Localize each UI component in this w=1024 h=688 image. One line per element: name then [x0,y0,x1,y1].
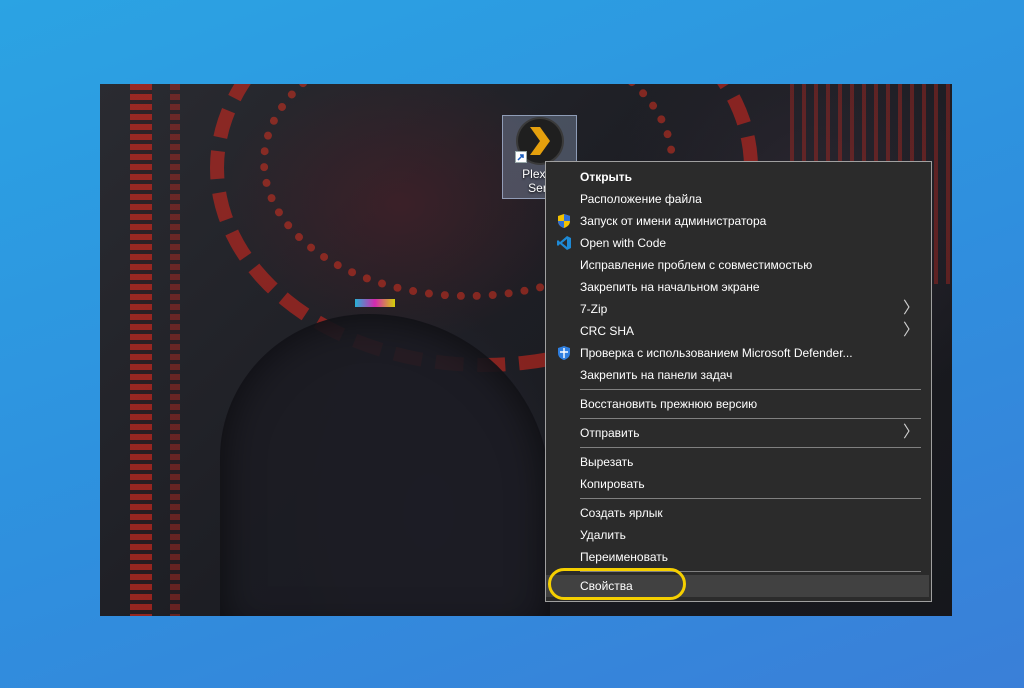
menu-item-label: Запуск от имени администратора [580,214,767,228]
menu-item-label: Закрепить на начальном экране [580,280,760,294]
menu-item-label: Проверка с использованием Microsoft Defe… [580,346,853,360]
menu-item-run-as-admin[interactable]: Запуск от имени администратора [546,210,931,232]
menu-item-label: Отправить [580,426,640,440]
menu-item-label: Переименовать [580,550,668,564]
menu-item-label: CRC SHA [580,324,635,338]
menu-item-cut[interactable]: Вырезать [546,451,931,473]
menu-item-troubleshoot-compat[interactable]: Исправление проблем с совместимостью [546,254,931,276]
menu-item-properties[interactable]: Свойства [546,575,929,597]
menu-separator [580,389,921,390]
menu-item-label: Open with Code [580,236,667,250]
defender-icon [556,345,572,361]
menu-separator [580,418,921,419]
menu-item-send-to[interactable]: Отправить 〉 [546,422,931,444]
menu-item-rename[interactable]: Переименовать [546,546,931,568]
menu-item-restore-previous[interactable]: Восстановить прежнюю версию [546,393,931,415]
menu-item-label: Закрепить на панели задач [580,368,733,382]
uac-shield-icon [556,213,572,229]
menu-item-create-shortcut[interactable]: Создать ярлык [546,502,931,524]
menu-item-label: Копировать [580,477,645,491]
menu-item-label: Вырезать [580,455,634,469]
menu-item-defender-scan[interactable]: Проверка с использованием Microsoft Defe… [546,342,931,364]
chevron-right-icon: 〉 [902,300,919,317]
menu-item-pin-to-start[interactable]: Закрепить на начальном экране [546,276,931,298]
menu-separator [580,447,921,448]
vscode-icon [556,235,572,251]
menu-item-label: 7-Zip [580,302,608,316]
menu-item-copy[interactable]: Копировать [546,473,931,495]
menu-item-label: Исправление проблем с совместимостью [580,258,813,272]
menu-separator [580,571,921,572]
wallpaper-red-band-thin [170,84,180,616]
menu-item-label: Свойства [580,579,633,593]
menu-item-label: Удалить [580,528,626,542]
context-menu: Открыть Расположение файла Запуск от име… [545,161,932,602]
shortcut-arrow-icon [515,151,527,163]
menu-item-label: Открыть [580,170,633,184]
menu-separator [580,498,921,499]
menu-item-open-with-code[interactable]: Open with Code [546,232,931,254]
menu-item-label: Восстановить прежнюю версию [580,397,758,411]
menu-item-file-location[interactable]: Расположение файла [546,188,931,210]
chevron-right-icon: 〉 [902,322,919,339]
wallpaper-glitch [355,299,395,307]
menu-item-delete[interactable]: Удалить [546,524,931,546]
menu-item-open[interactable]: Открыть [546,166,931,188]
menu-item-7zip[interactable]: 7-Zip 〉 [546,298,931,320]
menu-item-crc-sha[interactable]: CRC SHA 〉 [546,320,931,342]
menu-item-label: Расположение файла [580,192,702,206]
menu-item-label: Создать ярлык [580,506,663,520]
wallpaper-red-band [130,84,152,616]
chevron-right-icon: 〉 [902,424,919,441]
menu-item-pin-to-taskbar[interactable]: Закрепить на панели задач [546,364,931,386]
